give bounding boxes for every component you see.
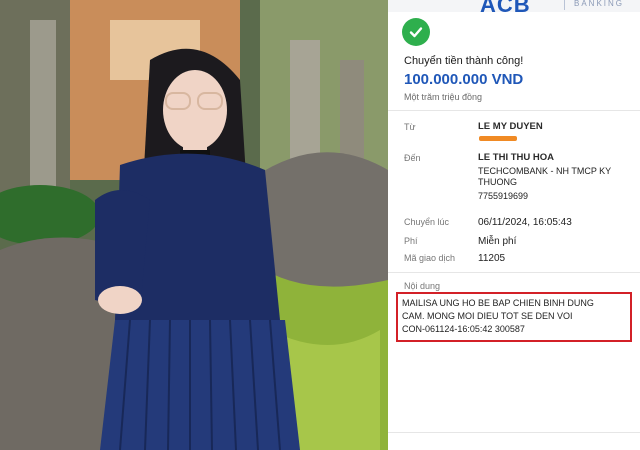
logo-divider (564, 0, 565, 10)
transfer-message-line: CON-061124-16:05:42 300587 (402, 324, 525, 334)
transfer-message-line: CAM. MONG MOI DIEU TOT SE DEN VOI (402, 311, 573, 321)
transfer-amount: 100.000.000 VND (404, 71, 524, 88)
divider (388, 110, 640, 111)
transfer-status: Chuyển tiền thành công! (404, 55, 524, 67)
redaction-mark (479, 136, 517, 141)
recipient-bank: TECHCOMBANK - NH TMCP KY (478, 166, 612, 176)
fee-label: Phí (404, 236, 418, 246)
recipient-bank-cont: THUONG (478, 177, 517, 187)
bank-logo: ACB (480, 0, 531, 17)
divider (388, 272, 640, 273)
transfer-fee: Miễn phí (478, 236, 517, 247)
time-label: Chuyển lúc (404, 217, 450, 227)
amount-in-words: Một trăm triệu đồng (404, 92, 483, 102)
recipient-account: 7755919699 (478, 191, 529, 201)
sender-name: LE MY DUYEN (478, 121, 543, 132)
profile-photo (0, 0, 388, 450)
transfer-receipt: ACB BANKING Chuyển tiền thành công! 100.… (388, 0, 640, 450)
transfer-message: MAILISA UNG HO BE BAP CHIEN BINH DUNG CA… (402, 297, 628, 336)
transaction-id-label: Mã giao dịch (404, 253, 456, 263)
recipient-name: LE THI THU HOA (478, 152, 554, 163)
transfer-message-box: MAILISA UNG HO BE BAP CHIEN BINH DUNG CA… (396, 292, 632, 342)
check-icon (402, 18, 430, 46)
from-label: Từ (404, 122, 416, 132)
divider (388, 432, 640, 433)
transfer-message-line: MAILISA UNG HO BE BAP CHIEN BINH DUNG (402, 298, 594, 308)
content-label: Nội dung (404, 281, 441, 291)
to-label: Đến (404, 153, 421, 163)
garden-scene-illustration (0, 0, 388, 450)
bank-subtitle: BANKING (574, 0, 625, 8)
transfer-time: 06/11/2024, 16:05:43 (478, 217, 572, 228)
transaction-id: 11205 (478, 253, 506, 264)
